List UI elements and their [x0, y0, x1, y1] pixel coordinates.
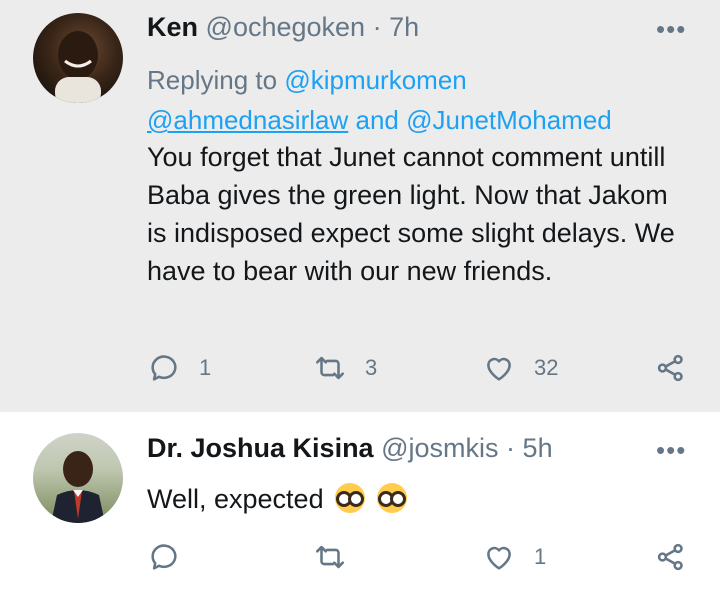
avatar[interactable] [33, 433, 123, 523]
mention-kipmurkomen[interactable]: @kipmurkomen [284, 65, 466, 95]
like-button[interactable]: 1 [482, 540, 546, 574]
more-options-icon[interactable]: ••• [656, 435, 686, 466]
tweet-header: Dr. Joshua Kisina @josmkis · 5h [147, 433, 553, 464]
retweet-count: 3 [365, 355, 378, 380]
retweet-icon [315, 356, 345, 380]
share-icon [657, 543, 683, 571]
reply-icon [151, 544, 177, 570]
display-name[interactable]: Dr. Joshua Kisina [147, 433, 374, 463]
tweet-actions: 1 3 32 [0, 351, 720, 391]
replying-to-label: Replying to [147, 65, 278, 95]
more-options-icon[interactable]: ••• [656, 14, 686, 45]
share-icon [657, 354, 683, 382]
like-count: 1 [534, 544, 547, 569]
tweet-actions: 1 [0, 540, 720, 580]
reply-count: 1 [199, 355, 212, 380]
retweet-button[interactable]: 3 [313, 351, 377, 385]
avatar-photo-icon [51, 451, 105, 523]
retweet-icon [315, 545, 345, 569]
and-word: and [355, 105, 399, 135]
avatar[interactable] [33, 13, 123, 103]
separator-dot: · [372, 12, 382, 42]
reply-icon [151, 355, 177, 381]
display-name[interactable]: Ken [147, 12, 198, 42]
timestamp[interactable]: 7h [389, 12, 419, 42]
tweet-text-row: Well, expected [147, 480, 687, 518]
tweet-text: Well, expected [147, 484, 324, 514]
heart-icon [487, 357, 511, 381]
share-button[interactable] [654, 351, 688, 385]
nerd-face-icon [376, 483, 407, 513]
nerd-face-icon [335, 483, 366, 513]
retweet-button[interactable] [313, 540, 347, 574]
mention-ahmednasirlaw[interactable]: @ahmednasirlaw [147, 105, 348, 135]
reply-button[interactable] [147, 540, 181, 574]
like-button[interactable]: 32 [482, 351, 558, 385]
avatar-photo-icon [55, 31, 101, 103]
replying-to: Replying to @kipmurkomen @ahmednasirlaw … [147, 60, 687, 140]
share-button[interactable] [654, 540, 688, 574]
timestamp[interactable]: 5h [523, 433, 553, 463]
heart-icon [487, 546, 511, 570]
separator-dot: · [506, 433, 516, 463]
reply-button[interactable]: 1 [147, 351, 211, 385]
tweet-text: You forget that Junet cannot comment unt… [147, 142, 675, 286]
mention-junetmohamed[interactable]: @JunetMohamed [406, 105, 612, 135]
user-handle[interactable]: @josmkis [381, 433, 498, 463]
tweet-header: Ken @ochegoken · 7h [147, 12, 419, 43]
like-count: 32 [534, 355, 559, 380]
user-handle[interactable]: @ochegoken [206, 12, 366, 42]
